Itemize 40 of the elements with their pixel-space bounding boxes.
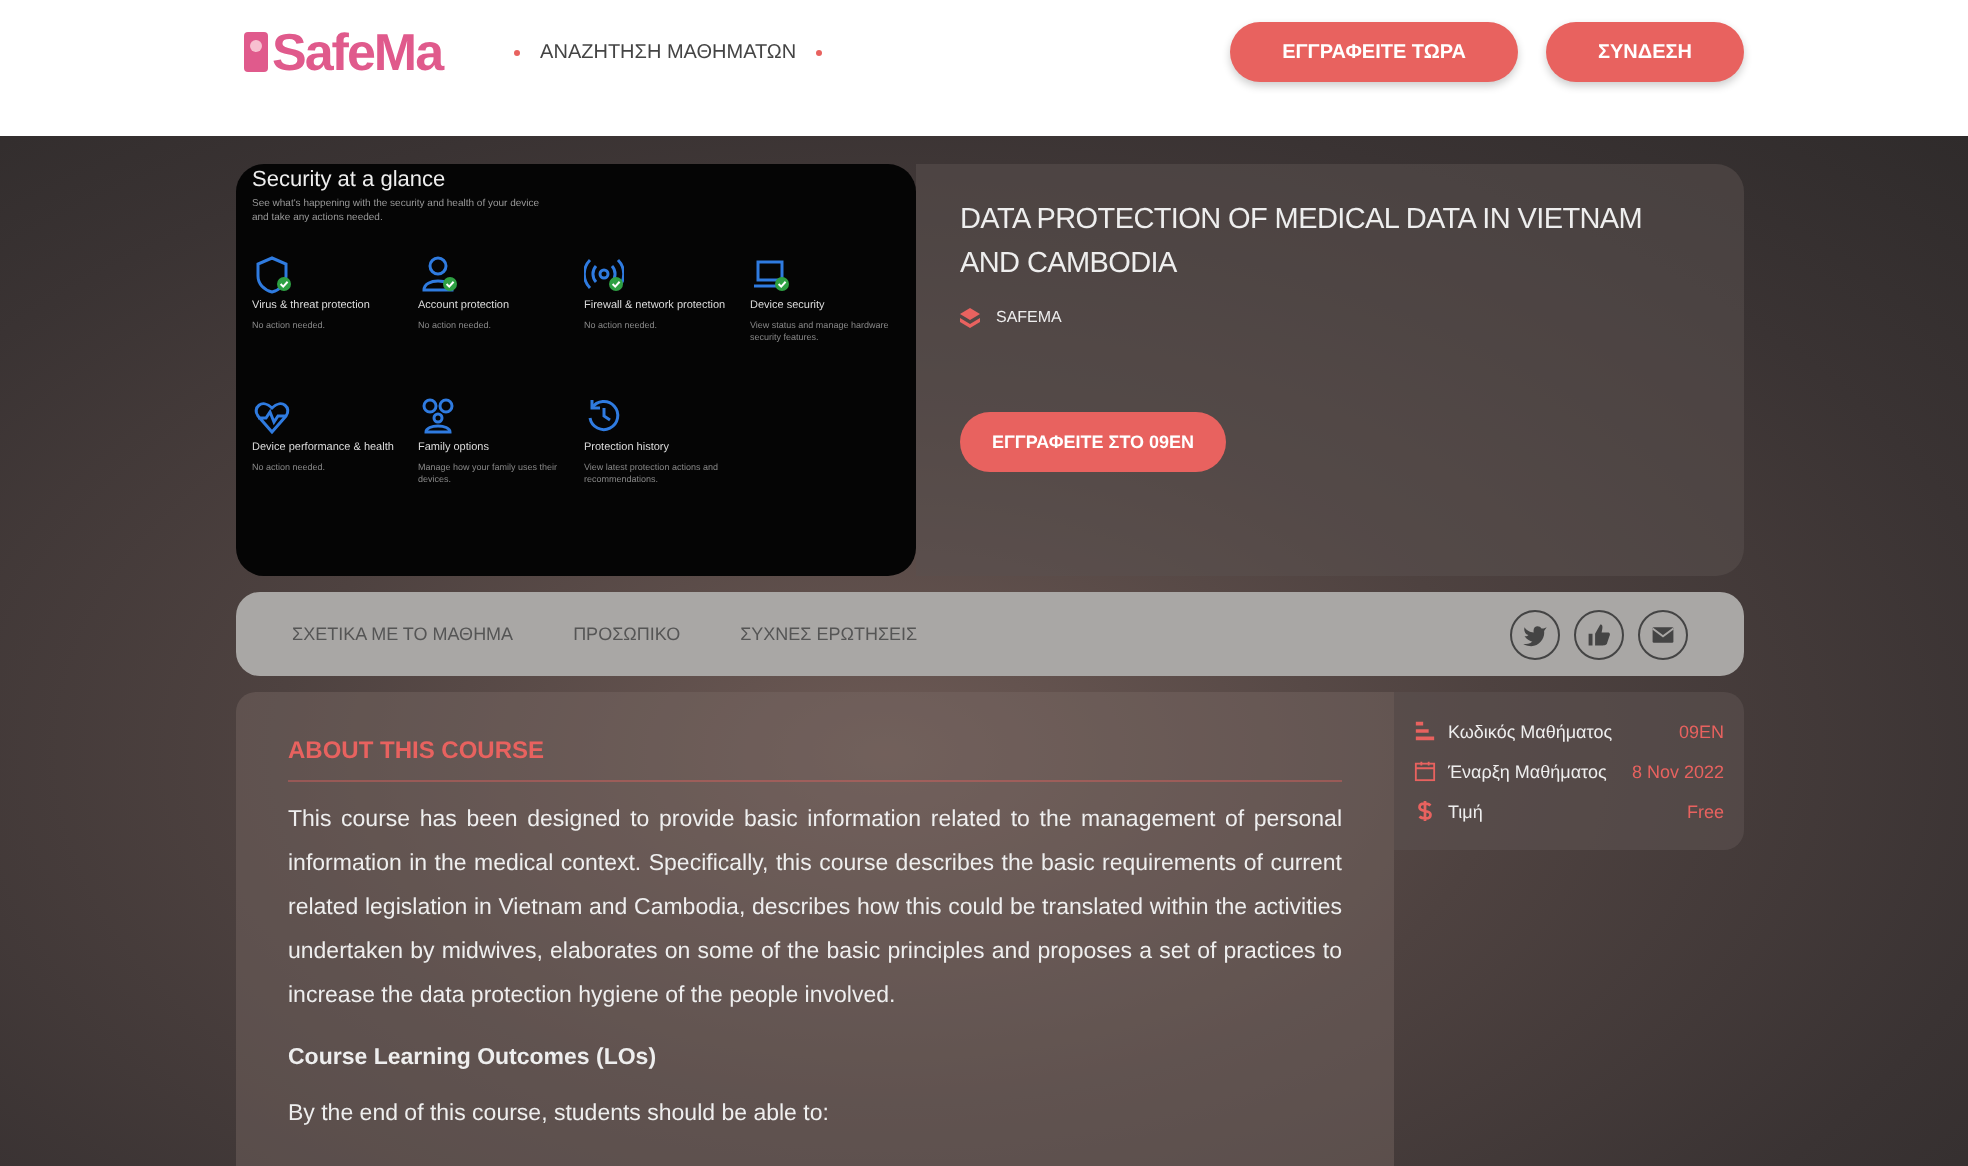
logo-mark-icon — [244, 32, 268, 72]
layers-icon — [960, 307, 980, 327]
detail-label: Έναρξη Μαθήματος — [1448, 761, 1607, 781]
provider-name: SAFEMA — [996, 308, 1062, 326]
outcomes-intro: By the end of this course, students should be able to: — [288, 1102, 831, 1126]
tab[interactable]: ΣΥΧΝΕΣ ΕΡΩΤΗΣΕΙΣ — [740, 624, 918, 644]
check-badge-icon — [443, 277, 457, 291]
history-icon — [584, 395, 624, 436]
screenshot-title: Security at a glance — [252, 168, 448, 192]
list-icon — [1414, 720, 1436, 742]
tab[interactable]: ΣΧΕΤΙΚΑ ΜΕ ΤΟ ΜΑΘΗΜΑ — [292, 624, 514, 644]
section-heading: ABOUT THIS COURSE — [288, 736, 1342, 782]
course-description: This course has been designed to provide basic information related to the management of personal information in the medical context. Specifically, this course describes the basic requirements of current related legislation in Vietnam and Cambodia, describes how this could be translated within the activities undertaken by midwives, elaborates on some of the basic principles and proposes a set of practices to increase the data protection hygiene of the people involved. — [288, 806, 1342, 1012]
tab[interactable]: ΠΡΟΣΩΠΙΚΟ — [573, 624, 681, 644]
calendar-icon — [1414, 760, 1436, 782]
check-badge-icon — [775, 277, 789, 291]
detail-value: 09EN — [1678, 721, 1724, 741]
detail-value: 8 Nov 2022 — [1631, 761, 1724, 781]
logo[interactable]: SafeMa — [244, 21, 443, 83]
enroll-button[interactable]: ΕΓΓΡΑΦΕΙΤΕ ΣΤΟ 09EN — [960, 411, 1227, 471]
bullet-dot — [816, 49, 823, 55]
check-badge-icon — [609, 277, 623, 291]
bullet-dot — [514, 49, 521, 55]
outcomes-heading: Course Learning Outcomes (LOs) — [288, 1046, 659, 1070]
nav-link[interactable]: ΑΝΑΖΗΤΗΣΗ ΜΑΘΗΜΑΤΩΝ — [540, 41, 797, 63]
login-button[interactable]: ΣΥΝΔΕΣΗ — [1546, 22, 1744, 82]
thumbs-up-icon — [1586, 621, 1612, 647]
dollar-icon — [1414, 800, 1436, 822]
share-button[interactable] — [1510, 609, 1560, 659]
envelope-icon — [1650, 621, 1676, 647]
course-title: DATA PROTECTION OF MEDICAL DATA IN VIETNAM AND CAMBODIA — [960, 202, 1645, 284]
bird-icon — [1522, 621, 1548, 647]
detail-label: Κωδικός Μαθήματος — [1448, 721, 1613, 741]
register-button[interactable]: ΕΓΓΡΑΦΕΙΤΕ ΤΩΡΑ — [1230, 22, 1519, 82]
family-icon — [418, 395, 458, 436]
share-button[interactable] — [1574, 609, 1624, 659]
detail-label: Τιμή — [1448, 801, 1483, 821]
share-button[interactable] — [1638, 609, 1688, 659]
check-badge-icon — [277, 277, 291, 291]
detail-value: Free — [1686, 801, 1724, 821]
